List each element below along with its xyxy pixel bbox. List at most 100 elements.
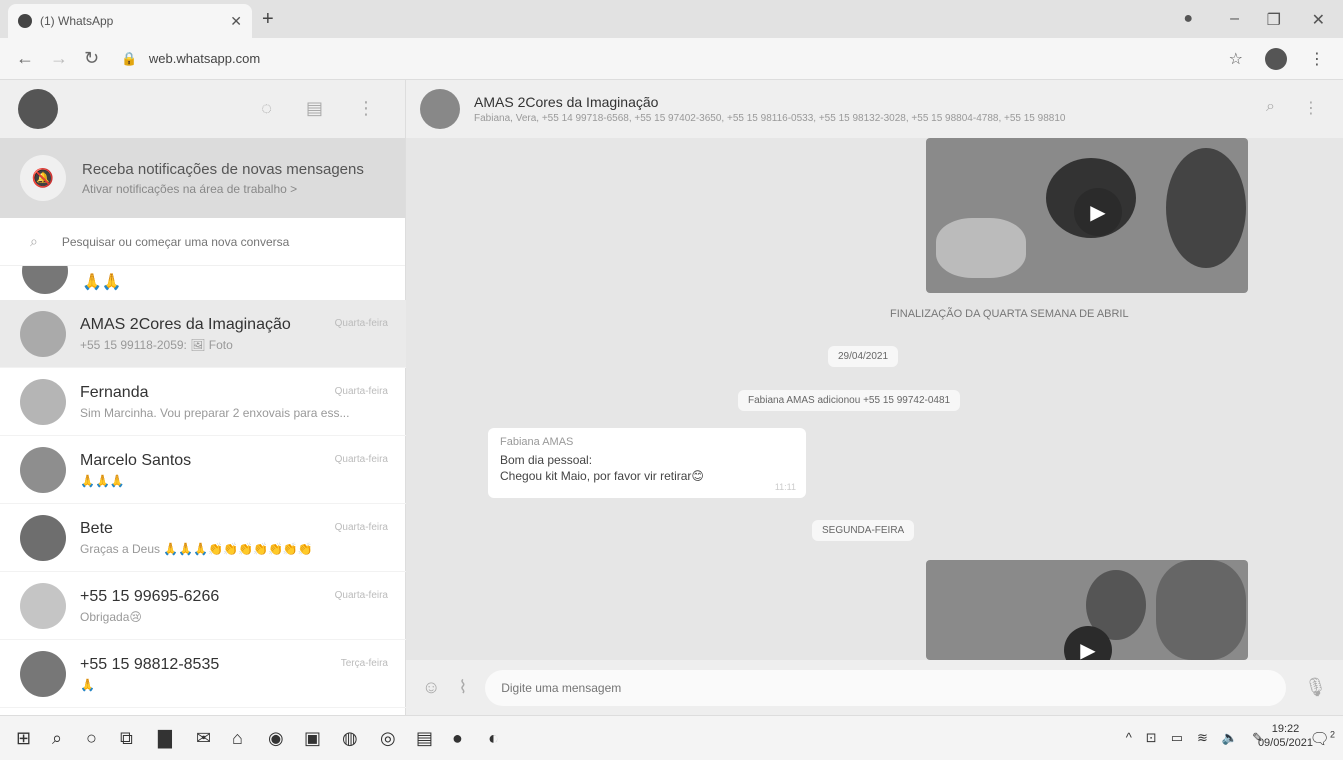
app-icon[interactable]: ◍	[342, 728, 358, 749]
browser-tab[interactable]: (1) WhatsApp ✕	[8, 4, 252, 38]
my-avatar[interactable]	[18, 89, 58, 129]
url-field[interactable]: 🔒 web.whatsapp.com	[121, 51, 260, 67]
video-caption: FINALIZAÇÃO DA QUARTA SEMANA DE ABRIL	[890, 308, 1129, 320]
group-avatar[interactable]	[420, 89, 460, 129]
chat-item-99695[interactable]: +55 15 99695-6266 Obrigada😢 Quarta-feira	[0, 572, 406, 640]
edge-icon[interactable]: ◉	[268, 728, 284, 749]
search-icon[interactable]: ⌕	[1266, 98, 1275, 118]
file-explorer-icon[interactable]: ▇	[158, 728, 172, 749]
clock-date: 09/05/2021	[1257, 737, 1313, 749]
display-icon[interactable]: ▭	[1171, 730, 1183, 746]
app-icon[interactable]: ◎	[380, 728, 396, 749]
back-icon[interactable]: ←	[16, 48, 34, 69]
new-tab-button[interactable]: +	[262, 8, 274, 31]
conversation-header[interactable]: AMAS 2Cores da Imaginação Fabiana, Vera,…	[406, 80, 1343, 138]
search-bar: ⌕	[0, 218, 405, 266]
composer: ☺ ⌇ 🎙	[406, 660, 1343, 715]
network-icon[interactable]: ⊡	[1146, 730, 1157, 746]
message-line: Chegou kit Maio, por favor vir retirar😊	[500, 469, 704, 483]
new-chat-icon[interactable]: ▤	[306, 98, 323, 119]
home-icon[interactable]: ⌂	[232, 728, 243, 749]
avatar	[20, 582, 66, 629]
chat-item-amas[interactable]: AMAS 2Cores da Imaginação +55 15 99118-2…	[0, 300, 406, 368]
search-icon[interactable]: ⌕	[52, 728, 62, 749]
browser-tab-bar: (1) WhatsApp ✕ + ● – ❐ ✕	[0, 0, 1343, 38]
clock-time: 19:22	[1271, 723, 1300, 735]
status-icon[interactable]: ◌	[261, 98, 272, 119]
menu-icon[interactable]: ⋮	[1303, 98, 1319, 118]
group-title: AMAS 2Cores da Imaginação	[474, 94, 659, 110]
notification-link[interactable]: Ativar notificações na área de trabalho …	[82, 182, 364, 196]
avatar	[20, 310, 66, 357]
minimize-window-icon[interactable]: –	[1230, 10, 1239, 28]
forward-icon[interactable]: →	[50, 48, 68, 69]
video-message[interactable]: ▶	[926, 560, 1248, 660]
app-icon[interactable]: ●	[452, 728, 463, 749]
task-view-icon[interactable]: ⧉	[120, 728, 133, 749]
chevron-up-icon[interactable]: ^	[1126, 730, 1132, 746]
browser-menu-icon[interactable]: ⋮	[1309, 49, 1325, 69]
chat-preview: 🙏🙏🙏	[80, 473, 125, 488]
lock-icon: 🔒	[121, 50, 138, 66]
url-text: web.whatsapp.com	[148, 50, 261, 66]
mail-icon[interactable]: ✉	[196, 728, 211, 749]
list-item-partial[interactable]: 🙏🙏	[0, 266, 406, 300]
chat-time: Quarta-feira	[334, 454, 388, 465]
mic-icon[interactable]: 🎙	[1304, 677, 1327, 698]
search-icon: ⌕	[30, 233, 38, 249]
restore-window-icon[interactable]: ❐	[1267, 10, 1281, 30]
notification-count: 2	[1329, 729, 1335, 740]
clock[interactable]: 19:22 09/05/2021	[1258, 722, 1313, 750]
chat-time: Terça-feira	[340, 658, 388, 669]
bell-off-icon: 🔕	[20, 155, 66, 201]
menu-icon[interactable]: ⋮	[357, 98, 375, 119]
whatsapp-app: ◌ ▤ ⋮ 🔕 Receba notificações de novas men…	[0, 80, 1343, 715]
message-line: Bom dia pessoal:	[500, 453, 593, 467]
profile-dot-icon[interactable]: ●	[1183, 10, 1193, 28]
taskbar: ⊞ ⌕ ○ ⧉ ▇ ✉ ⌂ ◉ ▣ ◍ ◎ ▤ ● ◐ ^ ⊡ ▭ ≋ 🔈 ✎ …	[0, 715, 1343, 760]
profile-avatar[interactable]	[1265, 48, 1287, 70]
pray-emoji-icon: 🙏🙏	[82, 274, 122, 291]
play-icon[interactable]: ▶	[1074, 188, 1122, 236]
reload-icon[interactable]: ↻	[84, 48, 99, 69]
close-tab-icon[interactable]: ✕	[230, 13, 242, 30]
whatsapp-favicon-icon	[18, 14, 32, 28]
notification-banner[interactable]: 🔕 Receba notificações de novas mensagens…	[0, 138, 405, 218]
cortana-icon[interactable]: ○	[86, 728, 97, 749]
wifi-icon[interactable]: ≋	[1197, 730, 1208, 746]
left-panel: ◌ ▤ ⋮ 🔕 Receba notificações de novas men…	[0, 80, 406, 715]
chat-item-marcelo[interactable]: Marcelo Santos 🙏🙏🙏 Quarta-feira	[0, 436, 406, 504]
chat-list: 🙏🙏 AMAS 2Cores da Imaginação +55 15 9911…	[0, 266, 406, 715]
message-bubble[interactable]: Fabiana AMAS Bom dia pessoal: Chegou kit…	[488, 428, 806, 498]
avatar	[20, 514, 66, 561]
chrome-icon[interactable]: ◐	[488, 728, 499, 749]
video-message[interactable]: ▶	[926, 138, 1248, 293]
chat-preview: Obrigada😢	[80, 609, 142, 624]
chat-item-98812[interactable]: +55 15 98812-8535 🙏 Terça-feira	[0, 640, 406, 708]
notifications-icon[interactable]: 🗨2	[1310, 729, 1335, 749]
message-time: 11:11	[774, 482, 796, 492]
chat-item-bete[interactable]: Bete Graças a Deus 🙏🙏🙏👏👏👏👏👏👏👏 Quarta-fei…	[0, 504, 406, 572]
chat-time: Quarta-feira	[334, 590, 388, 601]
chat-item-fernanda[interactable]: Fernanda Sim Marcinha. Vou preparar 2 en…	[0, 368, 406, 436]
tab-title: (1) WhatsApp	[40, 14, 114, 28]
date-divider: 29/04/2021	[828, 346, 899, 367]
chat-time: Quarta-feira	[334, 386, 388, 397]
chat-preview: Sim Marcinha. Vou preparar 2 enxovais pa…	[80, 405, 350, 420]
message-input[interactable]	[485, 669, 1287, 706]
avatar	[20, 378, 66, 425]
search-input[interactable]	[61, 234, 362, 249]
avatar	[20, 650, 66, 697]
store-icon[interactable]: ▤	[416, 728, 433, 749]
conversation-panel: AMAS 2Cores da Imaginação Fabiana, Vera,…	[406, 80, 1343, 715]
attach-icon[interactable]: ⌇	[458, 677, 467, 698]
volume-icon[interactable]: 🔈	[1222, 730, 1238, 746]
photos-icon[interactable]: ▣	[304, 728, 321, 749]
emoji-icon[interactable]: ☺	[422, 677, 440, 698]
group-participants: Fabiana, Vera, +55 14 99718-6568, +55 15…	[474, 113, 1066, 124]
bookmark-star-icon[interactable]: ☆	[1229, 49, 1243, 69]
chat-preview: Graças a Deus 🙏🙏🙏👏👏👏👏👏👏👏	[80, 541, 313, 556]
chat-time: Quarta-feira	[334, 318, 388, 329]
close-window-icon[interactable]: ✕	[1312, 10, 1325, 30]
windows-start-icon[interactable]: ⊞	[16, 728, 31, 749]
